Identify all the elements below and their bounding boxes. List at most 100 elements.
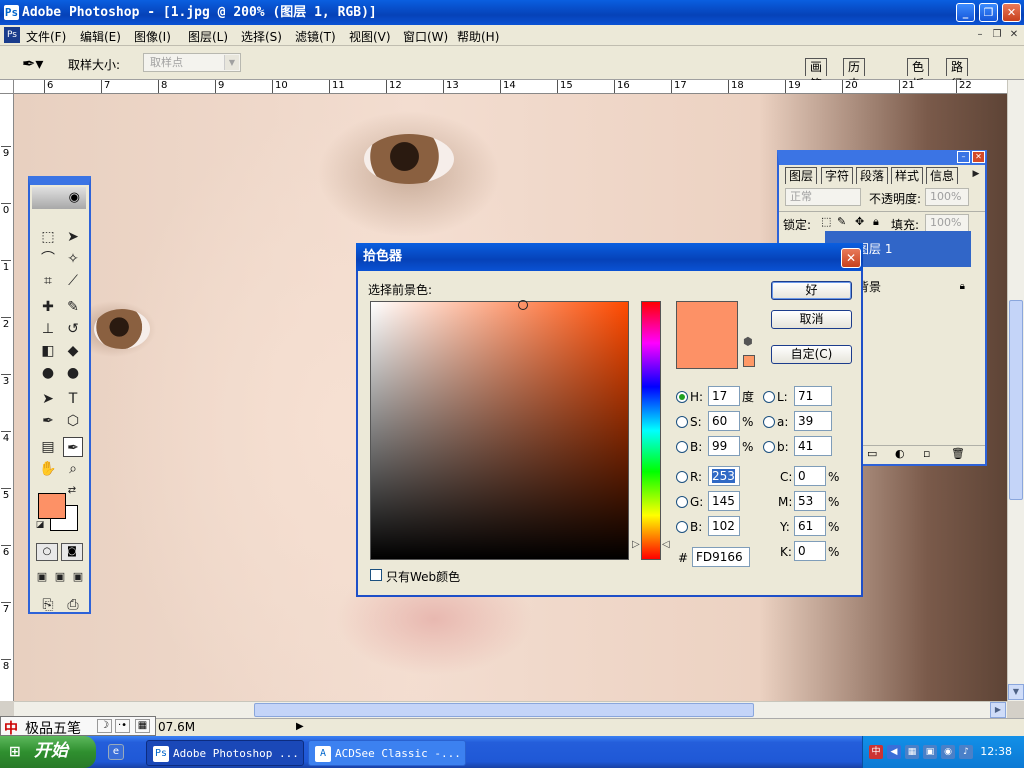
window-title-bar[interactable]: Ps Adobe Photoshop - [1.jpg @ 200% (图层 1… [0,0,1024,25]
radio-h[interactable] [676,391,688,403]
ime-logo-icon[interactable]: 中 [4,718,18,738]
tab-layers[interactable]: 图层 [785,167,818,184]
ime-punct-icon[interactable]: ·• [115,719,130,733]
tab-swatches[interactable]: 色板 [907,58,930,91]
radio-s[interactable] [676,416,688,428]
menu-view[interactable]: 视图(V) [349,28,391,45]
blend-mode-select[interactable]: 正常 [785,188,861,206]
tab-brushes[interactable]: 画笔 [805,58,828,91]
quick-launch-ie-icon[interactable]: e [108,744,124,760]
delete-layer-icon[interactable]: 🗑︎ [951,447,965,460]
palette-menu-icon[interactable]: ▶ [969,167,983,181]
minimize-button[interactable]: _ [956,3,975,22]
tray-network-icon[interactable]: ▦ [905,745,919,759]
menu-layer[interactable]: 图层(L) [188,28,228,45]
vertical-scrollbar[interactable]: ▼ [1007,80,1024,701]
input-s[interactable]: 60 [708,411,740,431]
close-icon[interactable]: ✕ [841,248,861,268]
lasso-tool-icon[interactable]: ⌒ [38,249,58,269]
tab-styles[interactable]: 样式 [891,167,924,184]
taskbar-clock[interactable]: 12:38 [980,745,1012,758]
menu-file[interactable]: 文件(F) [26,28,66,45]
hue-slider[interactable] [641,301,661,560]
status-menu-arrow-icon[interactable]: ▶ [296,721,304,732]
swap-colors-icon[interactable]: ⇄ [66,485,78,497]
ime-toolbar[interactable]: 中 极品五笔 ☽ ·• ▦ [0,716,156,738]
notes-tool-icon[interactable]: ▤ [38,437,58,457]
palette-close-icon[interactable]: ✕ [972,151,985,163]
lock-transparency-icon[interactable]: ⬚ [821,215,831,228]
hand-tool-icon[interactable]: ✋ [38,459,58,479]
tab-paragraph[interactable]: 段落 [856,167,889,184]
doc-minimize-icon[interactable]: – [972,28,988,42]
default-colors-icon[interactable]: ◪ [34,519,46,531]
eyedropper-icon[interactable]: ✒▾ [22,54,43,73]
input-h[interactable]: 17 [708,386,740,406]
doc-restore-icon[interactable]: ❐ [989,28,1005,42]
tab-character[interactable]: 字符 [821,167,854,184]
color-field[interactable] [370,301,629,560]
start-button[interactable]: ⊞ 开始 [0,736,96,768]
scroll-right-icon[interactable]: ▶ [990,702,1006,718]
web-colors-checkbox[interactable] [370,569,382,581]
standard-mode-icon[interactable]: ○ [36,543,58,561]
tray-monitor-icon[interactable]: ▣ [923,745,937,759]
tray-arrow-icon[interactable]: ◀ [887,745,901,759]
imageready-icon[interactable]: ⎙ [62,595,84,615]
crop-tool-icon[interactable]: ⌗ [38,271,58,291]
scroll-down-icon[interactable]: ▼ [1008,684,1024,700]
color-field-cursor[interactable] [518,300,528,310]
foreground-color-swatch[interactable] [38,493,66,519]
radio-a[interactable] [763,416,775,428]
hue-slider-left-arrow[interactable]: ▷ [632,539,640,550]
tab-paths[interactable]: 路径 [946,58,969,91]
restore-button[interactable]: ❐ [979,3,998,22]
input-b-blue[interactable]: 102 [708,516,740,536]
magic-wand-icon[interactable]: ✧ [63,249,83,269]
input-g[interactable]: 145 [708,491,740,511]
input-b-brightness[interactable]: 99 [708,436,740,456]
input-y[interactable]: 61 [794,516,826,536]
new-layer-icon[interactable]: ▫ [923,447,930,460]
quick-mask-icon[interactable]: ◙ [61,543,83,561]
path-select-icon[interactable]: ➤ [38,389,58,409]
tray-ime-icon[interactable]: 中 [869,745,883,759]
history-brush-icon[interactable]: ↺ [63,319,83,339]
move-tool-icon[interactable]: ➤ [63,227,83,247]
custom-button[interactable]: 自定(C) [771,345,852,364]
adobe-eye-logo[interactable]: ◉ [32,187,86,209]
pen-tool-icon[interactable]: ✒ [38,411,58,431]
clone-stamp-icon[interactable]: ⊥ [38,319,58,339]
cancel-button[interactable]: 取消 [771,310,852,329]
lock-all-icon[interactable]: 🔒︎ [873,215,879,229]
menu-filter[interactable]: 滤镜(T) [295,28,336,45]
horizontal-ruler[interactable]: 6 7 8 9 10 11 12 13 14 15 16 17 18 19 20 21 22 [14,80,1007,94]
tray-camera-icon[interactable]: ◉ [941,745,955,759]
input-r[interactable]: 253 [708,466,740,486]
adjustment-layer-icon[interactable]: ◐ [895,447,905,460]
hue-slider-right-arrow[interactable]: ◁ [662,539,670,550]
jump-to-imageready-icon[interactable]: ⎘ [36,595,60,615]
input-a[interactable]: 39 [794,411,832,431]
marquee-tool-icon[interactable]: ⬚ [38,227,58,247]
lock-image-icon[interactable]: ✎ [837,215,846,228]
web-safe-color-swatch[interactable] [743,355,755,367]
tray-volume-icon[interactable]: ♪ [959,745,973,759]
doc-close-icon[interactable]: ✕ [1006,28,1022,42]
input-l[interactable]: 71 [794,386,832,406]
taskbar-item-acdsee[interactable]: A ACDSee Classic -... [308,740,466,766]
out-of-gamut-cube-icon[interactable]: ⬢ [743,335,753,348]
input-c[interactable]: 0 [794,466,826,486]
input-b-lab[interactable]: 41 [794,436,832,456]
screen-mode-full-icon[interactable]: ▣ [70,569,86,585]
opacity-field[interactable]: 100% [925,188,969,206]
blur-tool-icon[interactable]: ● [38,363,58,383]
radio-b-blue[interactable] [676,521,688,533]
palette-minimize-icon[interactable]: – [957,151,970,163]
zoom-tool-icon[interactable]: ⌕ [63,459,83,479]
eyedropper-tool-icon[interactable]: ✒ [63,437,83,457]
hex-input[interactable]: FD9166 [692,547,750,567]
eraser-tool-icon[interactable]: ◧ [38,341,58,361]
lock-position-icon[interactable]: ✥ [855,215,864,228]
vertical-scroll-thumb[interactable] [1009,300,1023,500]
